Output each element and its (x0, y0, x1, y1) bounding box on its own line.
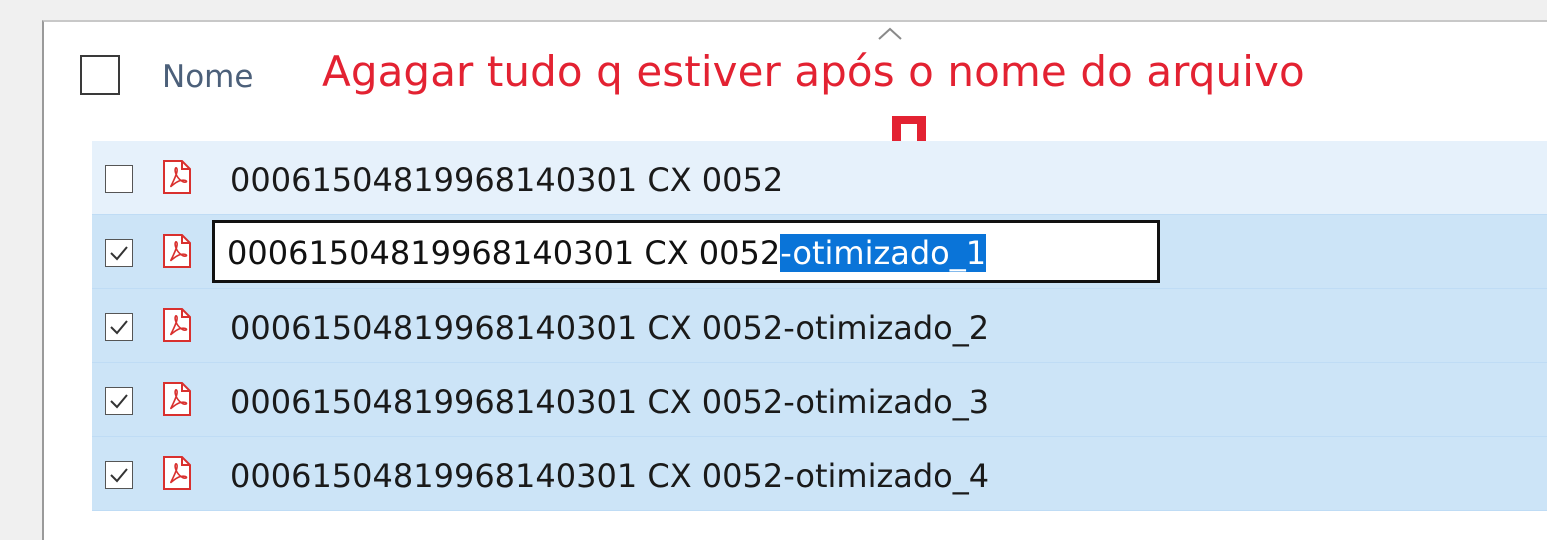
column-header-nome[interactable]: Nome (162, 57, 253, 97)
rename-text-base: 00061504819968140301 CX 0052 (227, 234, 781, 272)
checkmark-icon (110, 468, 128, 483)
checkmark-icon (110, 320, 128, 335)
checkmark-icon (110, 394, 128, 409)
file-name: 00061504819968140301 CX 0052-otimizado_4 (230, 457, 990, 495)
file-name: 0006150481996814030​1 CX 0052 (230, 161, 784, 199)
file-row[interactable]: 0006150481996814030​1 CX 0052 (92, 141, 1547, 215)
select-all-checkbox[interactable] (80, 55, 120, 95)
file-list: 0006150481996814030​1 CX 0052 0006150481… (92, 141, 1547, 511)
row-checkbox[interactable] (105, 461, 133, 489)
sort-ascending-icon[interactable] (875, 24, 905, 44)
row-checkbox[interactable] (105, 165, 133, 193)
file-row[interactable]: 00061504819968140301 CX 0052-otimizado_1 (92, 215, 1547, 289)
file-name: 00061504819968140301 CX 0052-otimizado_3 (230, 383, 990, 421)
row-checkbox[interactable] (105, 239, 133, 267)
file-row[interactable]: 00061504819968140301 CX 0052-otimizado_4 (92, 437, 1547, 511)
pdf-file-icon (163, 160, 191, 194)
file-name: 00061504819968140301 CX 0052-otimizado_2 (230, 309, 990, 347)
row-checkbox[interactable] (105, 313, 133, 341)
rename-input[interactable]: 00061504819968140301 CX 0052-otimizado_1 (212, 220, 1160, 283)
rename-text-selection: -otimizado_1 (780, 234, 987, 272)
file-row[interactable]: 00061504819968140301 CX 0052-otimizado_3 (92, 363, 1547, 437)
file-row[interactable]: 00061504819968140301 CX 0052-otimizado_2 (92, 289, 1547, 363)
checkmark-icon (110, 246, 128, 261)
pdf-file-icon (163, 382, 191, 416)
pdf-file-icon (163, 456, 191, 490)
row-checkbox[interactable] (105, 387, 133, 415)
pdf-file-icon (163, 308, 191, 342)
rename-input-text[interactable]: 00061504819968140301 CX 0052-otimizado_1 (227, 234, 987, 272)
annotation-text: Agagar tudo q estiver após o nome do arq… (322, 47, 1305, 96)
pdf-file-icon (163, 234, 191, 268)
